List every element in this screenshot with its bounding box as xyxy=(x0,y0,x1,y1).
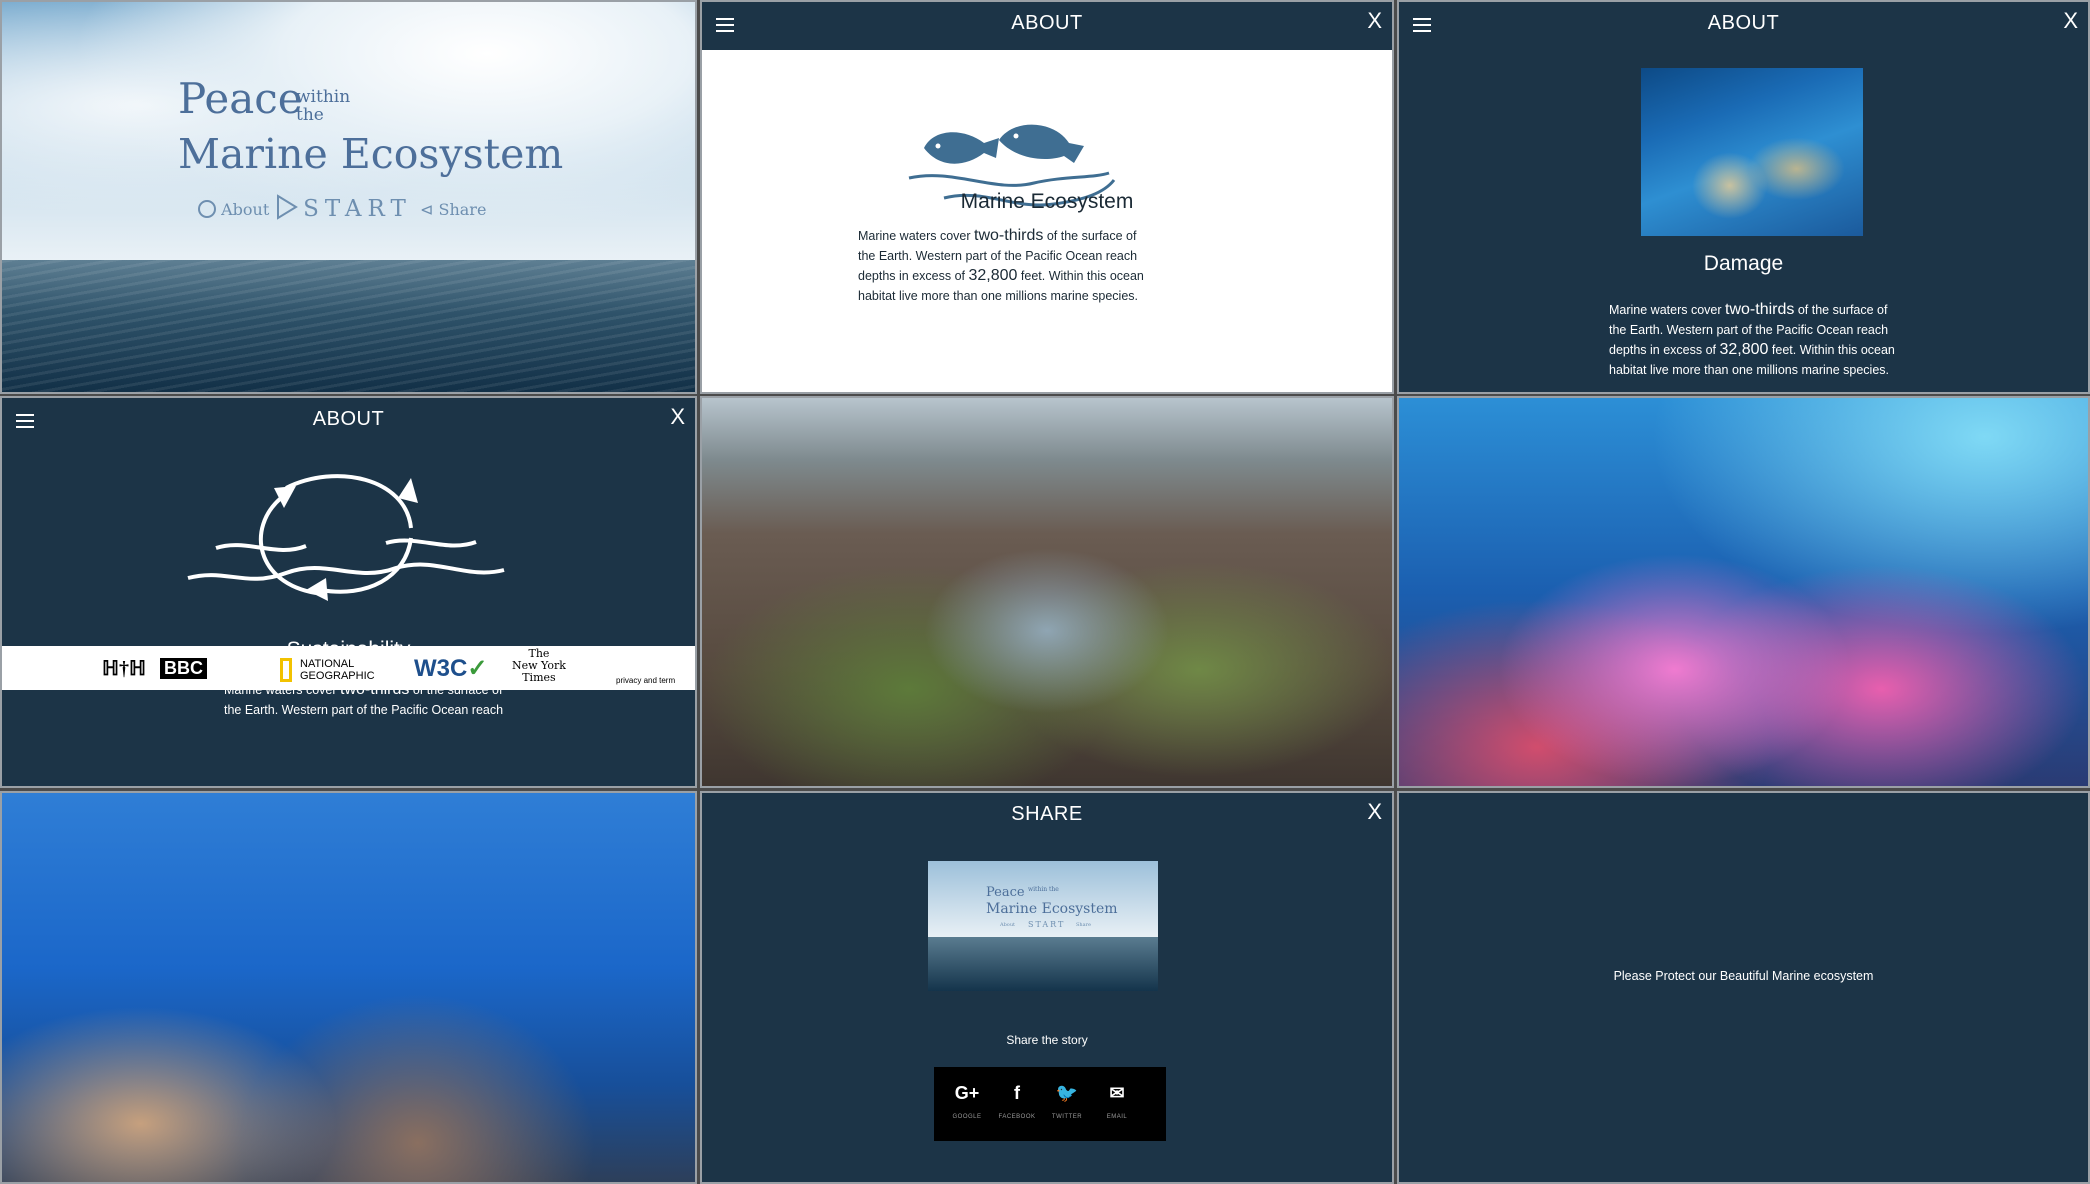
nyt-text-3: Times xyxy=(522,671,556,684)
facebook-share-button[interactable]: f FACEBOOK xyxy=(992,1067,1042,1141)
about-panel-ecosystem: ABOUT X Marine Ecosystem Marine waters c… xyxy=(700,0,1394,394)
thumb-start: START xyxy=(1028,920,1066,929)
partner-logos-bar: ℍ†ℍ BBC NATIONAL GEOGRAPHIC W3C✓ The New… xyxy=(2,646,695,690)
email-label: EMAIL xyxy=(1106,1114,1128,1120)
hero-title-marine: Marine Ecosystem xyxy=(178,130,564,178)
share-icon: ⊲ xyxy=(420,200,434,219)
thumb-marine: Marine Ecosystem xyxy=(986,901,1118,917)
hero-title-peace: Peace xyxy=(178,74,303,123)
natgeo-text-1: NATIONAL xyxy=(300,658,355,670)
desc-line-2: the Earth. Western part of the Pacific O… xyxy=(224,703,504,717)
desc-line-1: Marine waters cover two-thirds of the su… xyxy=(858,227,1137,244)
panel-title: ABOUT xyxy=(312,408,385,430)
hero-the-text: the xyxy=(296,105,324,125)
about-icon xyxy=(198,200,216,218)
thumb-about: About xyxy=(1000,922,1016,928)
bbc-logo-text: BBC xyxy=(160,658,207,679)
section-heading: Marine Ecosystem xyxy=(960,190,1134,213)
check-icon: ✓ xyxy=(467,655,488,682)
email-share-button[interactable]: ✉ EMAIL xyxy=(1092,1067,1142,1141)
natgeo-frame-icon xyxy=(280,658,292,682)
reef-aerial-image xyxy=(1641,68,1863,236)
tide-pool-rocks-image xyxy=(700,396,1394,788)
panel-header: SHARE X xyxy=(702,793,1392,841)
desc-line-3: depths in excess of 32,800 feet. Within … xyxy=(858,267,1144,284)
share-caption: Share the story xyxy=(1006,1033,1088,1047)
fish-waves-icon xyxy=(908,124,1116,207)
share-thumbnail[interactable]: Peace within the Marine Ecosystem About … xyxy=(928,861,1158,991)
panel-header: ABOUT X xyxy=(702,2,1392,50)
thumb-within: within the xyxy=(1028,886,1059,893)
desc-line-2: the Earth. Western part of the Pacific O… xyxy=(858,249,1138,263)
share-link[interactable]: ⊲ Share xyxy=(420,200,486,219)
desc-line-2: the Earth. Western part of the Pacific O… xyxy=(1609,323,1889,337)
google-plus-icon: G+ xyxy=(954,1083,980,1103)
national-geographic-logo[interactable]: NATIONAL GEOGRAPHIC xyxy=(280,658,375,684)
panel-title: ABOUT xyxy=(1707,12,1780,34)
privacy-link[interactable]: privacy and term xyxy=(616,676,675,685)
facebook-icon: f xyxy=(1014,1083,1020,1103)
close-button[interactable]: X xyxy=(1367,799,1382,825)
storyboard-grid: Peace within the Marine Ecosystem About … xyxy=(0,0,2090,1184)
twitter-label: TWITTER xyxy=(1051,1114,1083,1120)
desc-line-3: depths in excess of 32,800 feet. Within … xyxy=(1609,341,1895,358)
hero-panel: Peace within the Marine Ecosystem About … xyxy=(0,0,697,394)
about-panel-sustainability: ABOUT X Sustainability Marine waters cov… xyxy=(0,396,697,788)
ocean-image xyxy=(2,260,695,392)
bbc-logo[interactable]: BBC xyxy=(160,658,207,679)
facebook-label: FACEBOOK xyxy=(998,1114,1036,1120)
google-label: GOOGLE xyxy=(952,1114,982,1120)
panel-title: ABOUT xyxy=(1011,12,1083,34)
description-text: Marine waters cover two-thirds of the su… xyxy=(858,226,1144,306)
close-button[interactable]: X xyxy=(670,404,685,430)
play-icon xyxy=(277,194,298,220)
section-heading: Damage xyxy=(1703,252,1784,275)
hero-within-text: within xyxy=(296,87,351,107)
google-share-button[interactable]: G+ GOOGLE xyxy=(942,1067,992,1141)
start-label: START xyxy=(303,196,412,222)
about-panel-damage: ABOUT X Damage Marine waters cover two-t… xyxy=(1397,0,2090,394)
social-buttons: G+ GOOGLE f FACEBOOK 🐦 TWITTER ✉ EMAIL xyxy=(934,1067,1166,1141)
panel-title: SHARE xyxy=(1011,803,1083,825)
share-panel: SHARE X Peace within the Marine Ecosyste… xyxy=(700,791,1394,1184)
start-link[interactable]: START xyxy=(276,194,412,222)
sustainability-cycle-icon xyxy=(187,474,505,601)
share-label: Share xyxy=(438,200,487,219)
twitter-icon: 🐦 xyxy=(1055,1083,1079,1103)
email-icon: ✉ xyxy=(1109,1083,1125,1103)
desc-line-4: habitat live more than one millions mari… xyxy=(858,289,1138,303)
description-text: Marine waters cover two-thirds of the su… xyxy=(1609,300,1895,380)
thumb-sea xyxy=(928,937,1158,991)
natgeo-text-2: GEOGRAPHIC xyxy=(300,670,375,682)
panel-body: Marine Ecosystem Marine waters cover two… xyxy=(702,50,1392,392)
about-link[interactable]: About xyxy=(198,200,269,219)
twitter-share-button[interactable]: 🐦 TWITTER xyxy=(1042,1067,1092,1141)
closing-message: Please Protect our Beautiful Marine ecos… xyxy=(1613,969,1874,983)
close-button[interactable]: X xyxy=(1367,8,1382,34)
hth-logo: ℍ†ℍ xyxy=(102,658,146,680)
thumb-peace: Peace xyxy=(986,885,1025,900)
w3c-logo-text: W3C xyxy=(414,655,468,682)
desc-line-4: habitat live more than one millions mari… xyxy=(1609,363,1889,377)
coral-reef-image xyxy=(1397,396,2090,788)
thumb-share: Share xyxy=(1076,922,1091,928)
hero-title-within: within the xyxy=(296,88,350,124)
panel-header: ABOUT X xyxy=(2,398,695,446)
w3c-logo[interactable]: W3C✓ xyxy=(414,654,487,683)
closing-panel: Please Protect our Beautiful Marine ecos… xyxy=(1397,791,2090,1184)
about-label: About xyxy=(221,200,270,219)
nyt-logo[interactable]: The New York Times xyxy=(512,648,566,684)
panel-header: ABOUT X xyxy=(1399,2,2088,50)
reef-fish-image xyxy=(0,791,697,1184)
desc-line-1: Marine waters cover two-thirds of the su… xyxy=(1609,301,1888,318)
close-button[interactable]: X xyxy=(2063,8,2078,34)
